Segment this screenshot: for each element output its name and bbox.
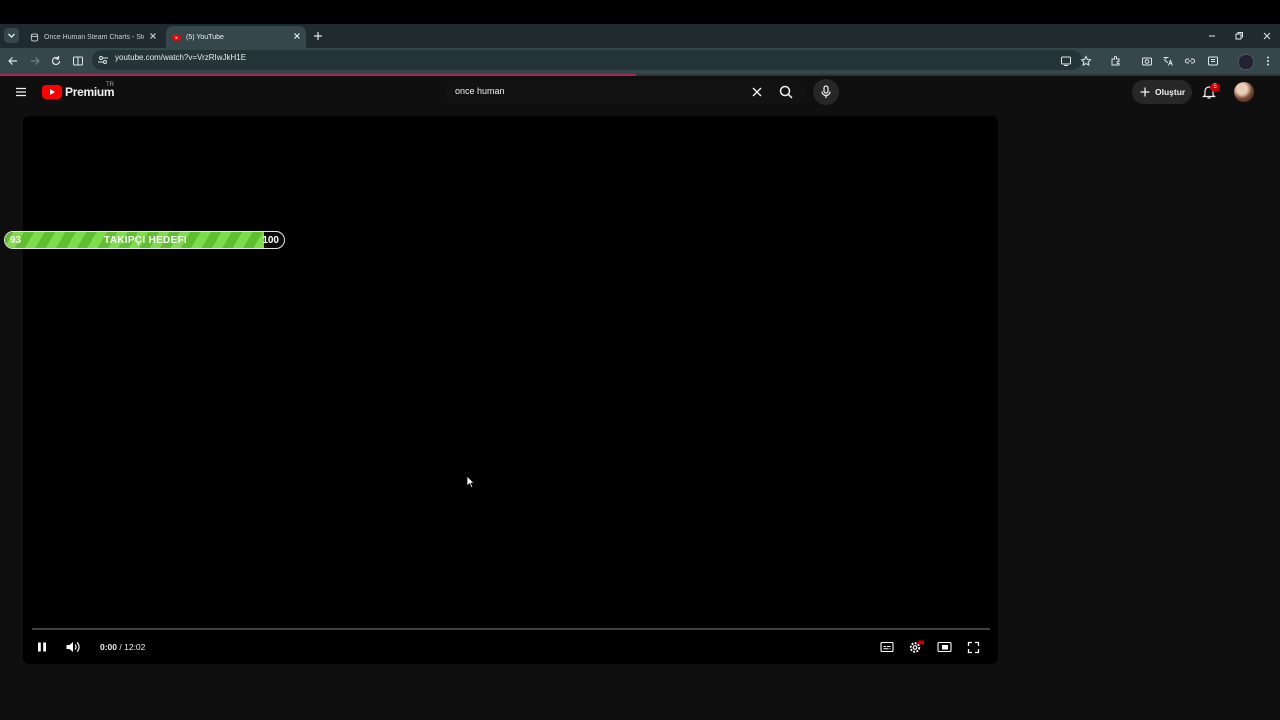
time-display: 0:00 / 12:02 (100, 642, 145, 652)
youtube-logo[interactable]: Premium (42, 85, 115, 99)
goal-title: TAKIPÇI HEDEFI (104, 235, 187, 246)
create-button[interactable]: Oluştur (1132, 80, 1192, 104)
tab-list-button[interactable] (4, 28, 19, 43)
screenshot-icon[interactable] (1141, 55, 1153, 67)
database-icon (30, 32, 39, 42)
duration: 12:02 (124, 642, 146, 652)
close-icon[interactable] (292, 31, 302, 41)
reading-list-icon[interactable] (1207, 55, 1219, 67)
back-icon[interactable] (7, 55, 19, 67)
translate-icon[interactable] (1162, 55, 1174, 67)
voice-search-button[interactable] (813, 79, 839, 105)
search-icon[interactable] (778, 84, 794, 100)
pause-icon[interactable] (36, 641, 48, 653)
current-time: 0:00 (100, 642, 118, 652)
youtube-logo-icon (42, 85, 62, 99)
clear-search-icon[interactable] (750, 85, 764, 99)
forward-icon[interactable] (29, 55, 41, 67)
miniplayer-icon[interactable] (937, 641, 952, 653)
plus-icon (1140, 87, 1150, 97)
goal-end-value: 100 (262, 235, 279, 246)
search-input[interactable]: once human (455, 86, 505, 96)
microphone-icon (821, 85, 831, 98)
profile-avatar[interactable] (1238, 54, 1254, 70)
settings-gear-icon[interactable] (908, 640, 924, 654)
video-player[interactable] (23, 116, 998, 664)
create-label: Oluştur (1155, 87, 1186, 97)
mouse-cursor-icon (466, 475, 475, 489)
more-menu-icon[interactable] (1262, 55, 1274, 67)
link-icon[interactable] (1184, 55, 1196, 67)
site-info-icon[interactable] (97, 54, 109, 66)
tab-steam-charts[interactable]: Once Human Steam Charts - Ste (24, 26, 162, 48)
subtitles-icon[interactable] (880, 641, 894, 653)
reload-icon[interactable] (50, 55, 62, 67)
account-avatar[interactable] (1234, 82, 1254, 102)
fullscreen-icon[interactable] (967, 641, 980, 654)
url-text: youtube.com/watch?v=VrzRIwJkH1E (115, 53, 247, 62)
tab-youtube[interactable]: (5) YouTube (166, 26, 306, 48)
chevron-down-icon (8, 33, 15, 38)
new-tab-icon[interactable] (312, 30, 324, 42)
split-view-icon[interactable] (72, 55, 84, 67)
extensions-icon[interactable] (1110, 55, 1122, 67)
seek-bar[interactable] (32, 628, 990, 630)
volume-icon[interactable] (65, 640, 81, 654)
restore-icon[interactable] (1233, 30, 1245, 42)
browser-toolbar: youtube.com/watch?v=VrzRIwJkH1E (0, 48, 1280, 74)
hamburger-menu-icon[interactable] (14, 85, 28, 99)
notification-badge: 5 (1210, 83, 1220, 92)
close-window-icon[interactable] (1261, 30, 1273, 42)
cast-icon[interactable] (1060, 55, 1072, 67)
youtube-icon (172, 34, 181, 41)
minimize-icon[interactable] (1206, 30, 1218, 42)
tab-strip: Once Human Steam Charts - Ste (5) YouTub… (0, 24, 1280, 48)
tab-title: (5) YouTube (186, 33, 224, 41)
bookmark-star-icon[interactable] (1080, 55, 1092, 67)
region-code: TR (106, 82, 114, 88)
close-icon[interactable] (148, 31, 158, 41)
tab-title: Once Human Steam Charts - Ste (44, 33, 144, 41)
follower-goal-overlay: 93 TAKIPÇI HEDEFI 100 (4, 231, 285, 249)
